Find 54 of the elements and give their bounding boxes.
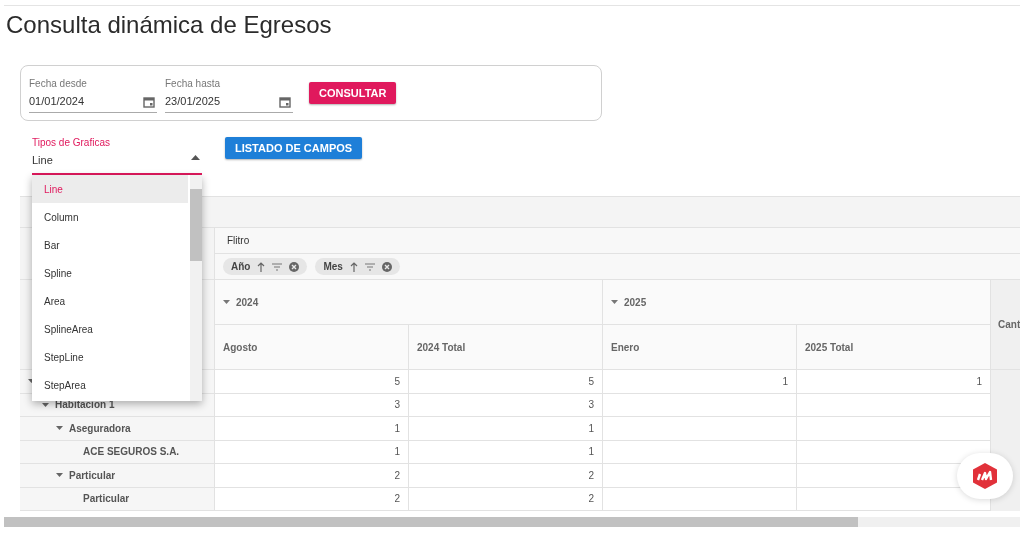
table-cell: 3: [215, 393, 409, 417]
column-group-header[interactable]: 2024: [215, 280, 603, 325]
field-list-button[interactable]: LISTADO DE CAMPOS: [225, 137, 363, 159]
filter-label: Flitro: [227, 235, 250, 246]
calendar-icon[interactable]: [143, 95, 155, 108]
field-chip[interactable]: Año: [223, 258, 308, 275]
menu-option[interactable]: Spline: [32, 259, 188, 287]
calendar-icon[interactable]: [279, 95, 291, 108]
column-group-header[interactable]: 2025: [603, 280, 991, 325]
menu-option[interactable]: SplineArea: [32, 315, 188, 343]
caret-icon[interactable]: [56, 473, 63, 478]
menu-option[interactable]: StepLine: [32, 343, 188, 371]
table-cell: 1: [409, 440, 603, 464]
menu-option[interactable]: StepArea: [32, 371, 188, 399]
sort-arrow-icon[interactable]: [257, 261, 266, 272]
caret-icon[interactable]: [56, 426, 63, 431]
menu-option[interactable]: Area: [32, 287, 188, 315]
scrollbar-thumb[interactable]: [4, 517, 858, 527]
table-cell: 2: [409, 487, 603, 511]
table-cell: 1: [215, 417, 409, 441]
table-cell: 2: [409, 464, 603, 488]
page-title: Consulta dinámica de Egresos: [6, 10, 333, 40]
row-header: Aseguradora: [69, 422, 131, 434]
menu-option[interactable]: Column: [32, 203, 188, 231]
logo-button[interactable]: [957, 453, 1013, 499]
row-header: Particular: [69, 469, 116, 481]
table-cell: 5: [409, 370, 603, 394]
table-cell: 1: [603, 370, 797, 394]
horizontal-scrollbar[interactable]: [4, 517, 1020, 527]
scrollbar[interactable]: [190, 175, 202, 401]
column-header: Cant: [998, 319, 1020, 330]
column-header: Enero: [603, 325, 797, 370]
table-cell: 2: [215, 487, 409, 511]
query-button[interactable]: CONSULTAR: [309, 82, 397, 104]
column-header: Agosto: [215, 325, 409, 370]
table-cell: 2: [215, 464, 409, 488]
remove-icon[interactable]: [289, 261, 300, 272]
sort-arrow-icon[interactable]: [349, 261, 358, 272]
row-header: Particular: [83, 493, 130, 505]
column-header: 2025 Total: [797, 325, 991, 370]
field-chip[interactable]: Mes: [315, 258, 400, 275]
menu-option[interactable]: Bar: [32, 231, 188, 259]
date-field[interactable]: Fecha desde 01/01/2024: [29, 73, 157, 113]
row-header: ACE SEGUROS S.A.: [83, 446, 180, 458]
date-field[interactable]: Fecha hasta 23/01/2025: [165, 73, 293, 113]
table-cell: 5: [215, 370, 409, 394]
remove-icon[interactable]: [381, 261, 392, 272]
table-cell: 1: [409, 417, 603, 441]
logo-icon: [971, 462, 999, 490]
column-header: 2024 Total: [409, 325, 603, 370]
table-cell: 1: [797, 370, 991, 394]
menu-option[interactable]: Line: [32, 175, 188, 203]
table-cell: 1: [215, 440, 409, 464]
table-cell: 3: [409, 393, 603, 417]
